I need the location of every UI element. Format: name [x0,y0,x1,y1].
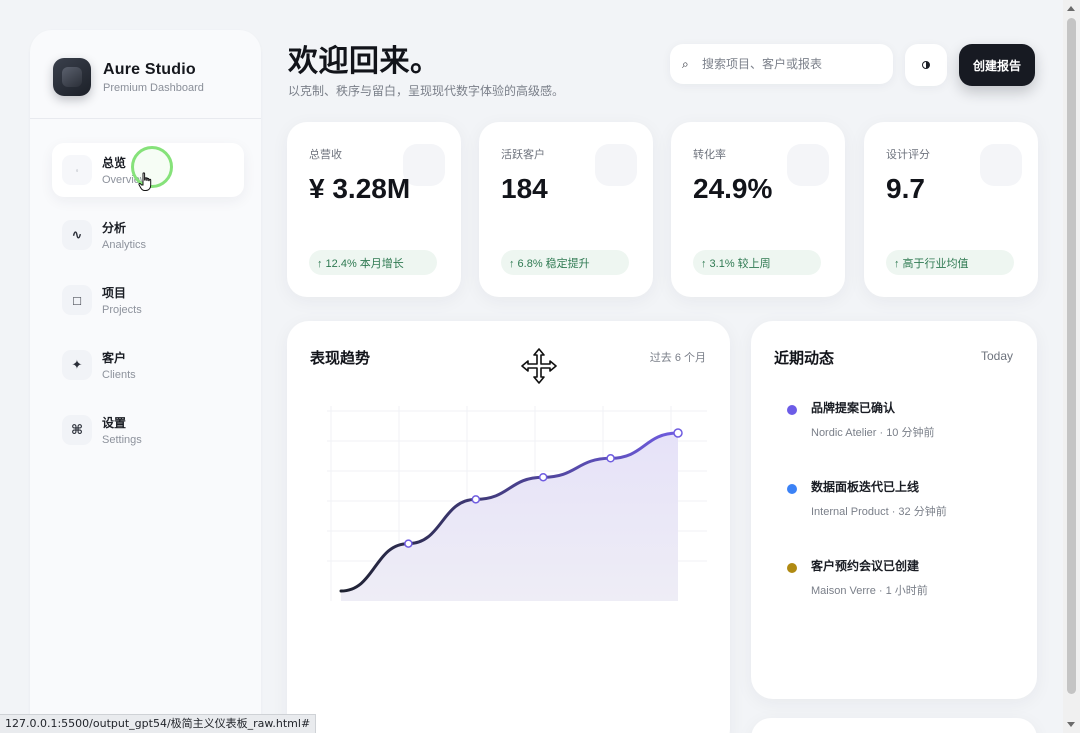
activity-dot [787,563,797,573]
dot-icon: ◦ [62,155,92,185]
sidebar-item-sublabel: Settings [102,434,142,446]
activity-today-label: Today [980,349,1013,363]
activity-item[interactable]: 客户预约会议已创建 Maison Verre · 1 小时前 [787,557,1007,598]
scrollbar-thumb[interactable] [1067,18,1076,694]
chart-point[interactable] [538,472,548,482]
chart-point[interactable] [404,539,413,548]
sidebar: Aure Studio Premium Dashboard ◦ 总览 Overv… [30,30,261,733]
activity-item[interactable]: 品牌提案已确认 Nordic Atelier · 10 分钟前 [787,399,1007,440]
brand[interactable]: Aure Studio Premium Dashboard [53,58,204,96]
activity-dot [787,484,797,494]
stat-label: 活跃客户 [501,149,545,161]
sidebar-divider [30,118,261,119]
sidebar-item-label: 客户 [102,351,127,365]
chart-point[interactable] [673,428,683,438]
stat-badge: ↑ 12.4% 本月增长 [309,250,437,275]
stat-card-conversion: 转化率 24.9% ↑ 3.1% 较上周 [671,122,845,297]
activity-meta: Nordic Atelier · 10 分钟前 [811,427,935,439]
stat-label: 转化率 [693,149,726,161]
page-subtitle: 以克制、秩序与留白，呈现现代数字体验的高级感。 [288,84,565,98]
sidebar-item-label: 分析 [102,221,127,235]
chart-area [341,433,678,601]
wave-icon: ∿ [62,220,92,250]
scrollbar[interactable] [1063,0,1080,733]
trend-chart [327,406,707,601]
stat-value: 184 [501,173,548,204]
stat-value: 24.9% [693,173,773,204]
status-bar-url: 127.0.0.1:5500/output_gpt54/极简主义仪表板_raw.… [0,714,317,733]
sidebar-item-sublabel: Projects [102,304,142,316]
trend-range[interactable]: 过去 6 个月 [650,349,706,365]
chart-point[interactable] [471,495,481,504]
activity-item[interactable]: 数据面板迭代已上线 Internal Product · 32 分钟前 [787,478,1007,519]
activity-title: 近期动态 [774,350,835,367]
stat-card-active-clients: 活跃客户 184 ↑ 6.8% 稳定提升 [479,122,653,297]
activity-meta: Internal Product · 32 分钟前 [811,506,947,518]
square-icon: □ [62,285,92,315]
search-box[interactable]: ⌕ [670,44,893,84]
activity-meta: Maison Verre · 1 小时前 [811,585,928,597]
sidebar-item-sublabel: Analytics [102,239,147,251]
activity-name: 品牌提案已确认 [811,401,896,415]
create-report-button[interactable]: 创建报告 [959,44,1035,86]
sidebar-item-projects[interactable]: □ 项目 Projects [52,273,244,327]
stat-value: ¥ 3.28M [309,173,411,204]
stat-badge: ↑ 3.1% 较上周 [693,250,821,275]
trend-card: 表现趋势 过去 6 个月 [287,321,730,733]
sidebar-item-label: 设置 [102,416,127,430]
activity-card: 近期动态 Today 品牌提案已确认 Nordic Atelier · 10 分… [751,321,1037,699]
scroll-up-arrow-icon[interactable] [1067,6,1075,11]
sidebar-item-label: 项目 [102,286,127,300]
page-title: 欢迎回来。 [288,45,441,78]
command-icon: ⌘ [62,415,92,445]
stat-card-revenue: 总营收 ¥ 3.28M ↑ 12.4% 本月增长 [287,122,461,297]
sparkle-icon: ✦ [62,350,92,380]
secondary-card [751,718,1037,733]
sidebar-item-sublabel: Clients [102,369,136,381]
search-icon: ⌕ [682,56,689,71]
stat-label: 总营收 [309,149,342,161]
trend-title: 表现趋势 [310,350,371,367]
stat-value: 9.7 [886,173,925,204]
scroll-down-arrow-icon[interactable] [1067,722,1075,727]
half-circle-icon [922,61,930,69]
brand-logo-icon [53,58,91,96]
sidebar-item-analytics[interactable]: ∿ 分析 Analytics [52,208,244,262]
brand-subtitle: Premium Dashboard [103,81,204,94]
stat-badge: ↑ 6.8% 稳定提升 [501,250,629,275]
theme-toggle-button[interactable] [905,44,947,86]
sidebar-item-clients[interactable]: ✦ 客户 Clients [52,338,244,392]
chart-point[interactable] [606,454,615,463]
activity-name: 数据面板迭代已上线 [811,480,920,494]
stat-badge: ↑ 高于行业均值 [886,250,1014,275]
move-icon[interactable] [520,347,558,385]
stat-card-design-score: 设计评分 9.7 ↑ 高于行业均值 [864,122,1038,297]
brand-name: Aure Studio [103,60,196,78]
sidebar-item-settings[interactable]: ⌘ 设置 Settings [52,403,244,457]
activity-dot [787,405,797,415]
stat-label: 设计评分 [886,149,930,161]
activity-name: 客户预约会议已创建 [811,559,920,573]
search-input[interactable] [702,57,882,71]
hand-cursor-icon [138,172,152,191]
